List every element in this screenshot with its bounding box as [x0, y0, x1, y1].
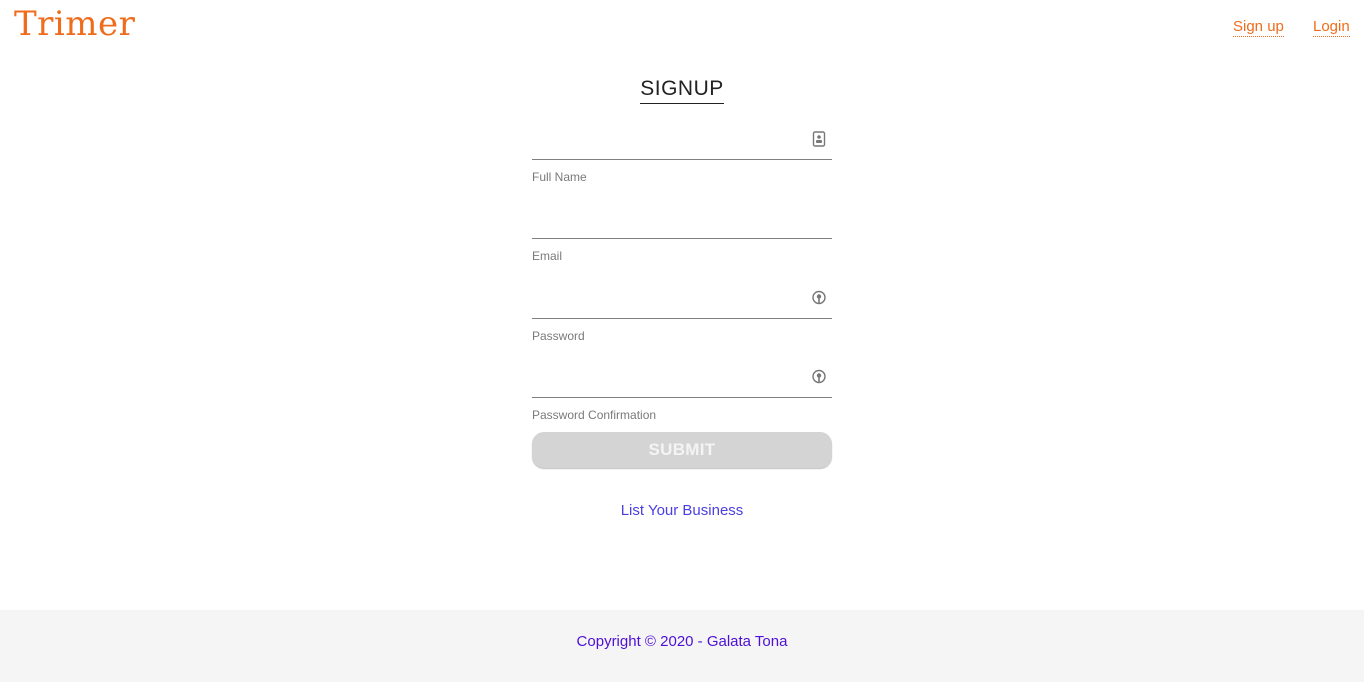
submit-button[interactable]: SUBMIT [532, 432, 832, 468]
list-your-business-link[interactable]: List Your Business [532, 502, 832, 520]
password-confirmation-input[interactable] [532, 357, 802, 395]
full-name-label: Full Name [532, 170, 587, 184]
page-title: SIGNUP [640, 76, 724, 104]
password-confirmation-label: Password Confirmation [532, 408, 657, 422]
footer: Copyright © 2020 - Galata Tona [0, 610, 1364, 682]
signup-page: Trimer Sign up Login SIGNUP Full Name Em… [0, 0, 1364, 682]
lock-icon [812, 369, 826, 384]
email-label: Email [532, 249, 563, 263]
password-field [532, 278, 832, 319]
email-field [532, 198, 832, 239]
email-input[interactable] [532, 198, 802, 236]
full-name-input[interactable] [532, 119, 802, 157]
nav-login-link[interactable]: Login [1313, 18, 1350, 37]
password-confirmation-field [532, 357, 832, 398]
password-input[interactable] [532, 278, 802, 316]
password-label: Password [532, 329, 585, 343]
nav-signup-link[interactable]: Sign up [1233, 18, 1284, 37]
brand-logo[interactable]: Trimer [14, 2, 135, 46]
full-name-field [532, 119, 832, 160]
copyright-text: Copyright © 2020 - Galata Tona [576, 633, 788, 650]
lock-icon [812, 290, 826, 305]
contact-card-icon [812, 131, 826, 147]
